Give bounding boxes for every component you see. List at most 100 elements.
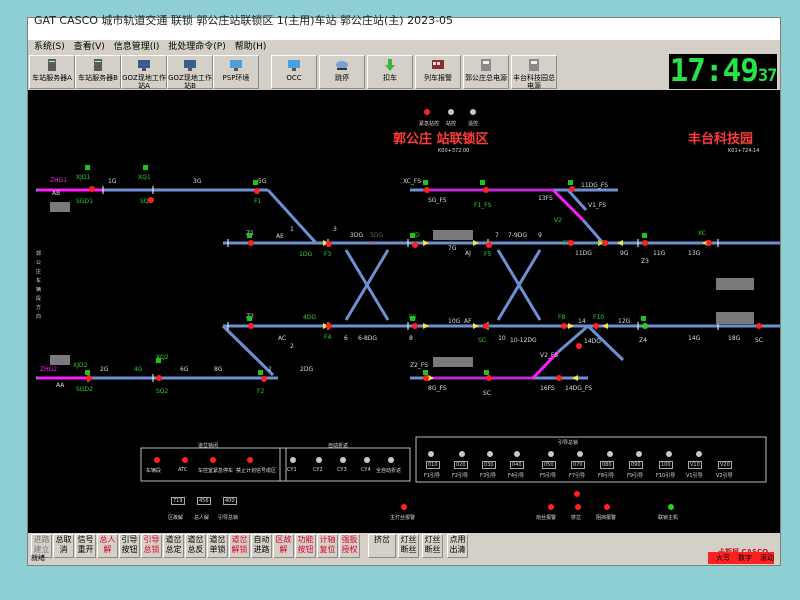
menu-batch[interactable]: 批处理命令(P) bbox=[168, 40, 225, 54]
legend-item-2: 总人解 bbox=[194, 515, 210, 521]
label-10-12dg: 10-12DG bbox=[510, 337, 537, 344]
track-indicator bbox=[423, 180, 428, 185]
hold-icon bbox=[385, 59, 395, 71]
track-indicator bbox=[156, 358, 161, 363]
menu-info[interactable]: 信息管理(I) bbox=[114, 40, 160, 54]
label-2dg: 2DG bbox=[300, 366, 314, 373]
train-alarm-button[interactable]: 列车报警 bbox=[415, 55, 461, 89]
workstation-b-button[interactable]: GOZ现地工作站B bbox=[167, 55, 213, 90]
panel1-item-4: 禁止计划 bbox=[236, 468, 257, 474]
label-sc: SC bbox=[478, 337, 486, 344]
guide-code-2: 020 bbox=[454, 461, 468, 469]
train-alarm-icon bbox=[432, 60, 444, 69]
fuse-alarm-lamp bbox=[548, 504, 554, 510]
label-7: 7 bbox=[495, 232, 499, 239]
label-7g: 7G bbox=[448, 245, 457, 252]
guide-lamp bbox=[459, 451, 465, 457]
label-4g: 4G bbox=[134, 366, 143, 373]
label-ac: AC bbox=[278, 335, 287, 342]
guide-label-2: F2引导 bbox=[452, 473, 469, 479]
track-indicator bbox=[568, 180, 573, 185]
menu-system[interactable]: 系统(S) bbox=[34, 40, 65, 54]
legend-item-1: 区故解 bbox=[168, 515, 184, 521]
signal-lamp bbox=[756, 323, 762, 329]
guide-label-3: F3引导 bbox=[480, 473, 497, 479]
remote-control-label: 遥控 bbox=[468, 121, 479, 127]
label-6: 6 bbox=[344, 335, 348, 342]
guide-label-5: F5引导 bbox=[540, 473, 557, 479]
guide-label-11: V2引导 bbox=[716, 473, 733, 479]
signal-lamp bbox=[483, 187, 489, 193]
platform-block bbox=[716, 278, 754, 290]
label-5dg: 5DG bbox=[370, 232, 384, 239]
server-b-button[interactable]: 车站服务器B bbox=[75, 55, 121, 89]
signal-lamp bbox=[412, 242, 418, 248]
hold-train-button[interactable]: 扣车 bbox=[367, 55, 413, 89]
psp-button[interactable]: PSP环境 bbox=[213, 55, 259, 89]
panel2-title: 自动折返 bbox=[328, 443, 349, 449]
occ-button[interactable]: OCC bbox=[271, 55, 317, 89]
signal-lamp bbox=[483, 323, 489, 329]
workstation-a-button[interactable]: GOZ现地工作站A bbox=[121, 55, 167, 90]
status-text: 就绪 bbox=[31, 554, 45, 562]
label-6g: 6G bbox=[180, 366, 189, 373]
label-18g: 18G bbox=[728, 335, 741, 342]
signal-lamp bbox=[156, 375, 162, 381]
signal-lamp bbox=[412, 323, 418, 329]
platform-block bbox=[433, 357, 473, 367]
station-map: 郭公庄 站联锁区 K00+372.00 丰台科技园 K01+724.14 紧急站… bbox=[28, 90, 780, 533]
label-f2: F2 bbox=[257, 388, 265, 395]
label-aj: AJ bbox=[465, 250, 471, 257]
panel2-item-5: 全自动折返 bbox=[376, 468, 402, 474]
signal-lamp bbox=[602, 240, 608, 246]
guide-code-9: 100 bbox=[659, 461, 673, 469]
legend-box-2: 456 bbox=[197, 497, 211, 505]
power-fengtai-button[interactable]: 丰台科技园总电源 bbox=[511, 55, 557, 90]
guide-code-4: 040 bbox=[510, 461, 524, 469]
guide-lamp bbox=[666, 451, 672, 457]
track-indicator bbox=[247, 233, 252, 238]
menu-help[interactable]: 帮助(H) bbox=[235, 40, 267, 54]
block-alarm-lamp bbox=[604, 504, 610, 510]
legend-item-3: 引导总锁 bbox=[218, 515, 239, 521]
title-bar: GAT CASCO 城市轨道交通 联锁 郭公庄站联锁区 1(主用)车站 郭公庄站… bbox=[28, 14, 780, 40]
track-indicator bbox=[480, 180, 485, 185]
forbid-plan-lamp bbox=[247, 457, 253, 463]
emergency-station-control-lamp bbox=[424, 109, 430, 115]
depot-lamp bbox=[154, 457, 160, 463]
signal-lamp-green bbox=[642, 323, 648, 329]
signal-lamp bbox=[326, 323, 332, 329]
label-10g: 10G bbox=[448, 318, 461, 325]
filament-alarm-lamp bbox=[401, 504, 407, 510]
signal-lamp bbox=[248, 323, 254, 329]
signal-lamp bbox=[569, 186, 575, 192]
skip-stop-button[interactable]: 跳停 bbox=[319, 55, 365, 89]
label-3g: 3G bbox=[193, 178, 202, 185]
signal-lamp bbox=[248, 240, 254, 246]
signal-lamp bbox=[556, 375, 562, 381]
label-14g: 14G bbox=[688, 335, 701, 342]
power-guogongzhuang-button[interactable]: 郭公庄总电源 bbox=[463, 55, 509, 89]
panel1-item-3: 车控室紧急停车 bbox=[198, 468, 234, 474]
digital-clock: 17:4937 bbox=[669, 54, 777, 89]
guide-label-8: F9引导 bbox=[627, 473, 644, 479]
label-z2-fs: Z2_FS bbox=[410, 362, 429, 369]
panel1-item-2: ATC bbox=[178, 467, 188, 473]
fuse-alarm-label: 熔丝报警 bbox=[536, 515, 557, 521]
interlock-host-lamp bbox=[668, 504, 674, 510]
station-control-lamp bbox=[448, 109, 454, 115]
panel1-item-5: 信号缆区 bbox=[256, 468, 277, 474]
track-indicator bbox=[258, 370, 263, 375]
signal-lamp bbox=[148, 197, 154, 203]
station-km-right: K01+724.14 bbox=[728, 148, 760, 154]
menu-view[interactable]: 查看(V) bbox=[74, 40, 105, 54]
label-8: 8 bbox=[409, 335, 413, 342]
clock-seconds: 37 bbox=[757, 66, 778, 86]
signal-lamp bbox=[86, 375, 92, 381]
guide-code-3: 030 bbox=[482, 461, 496, 469]
signal-lamp bbox=[568, 240, 574, 246]
server-a-button[interactable]: 车站服务器A bbox=[29, 55, 75, 89]
signal-lamp bbox=[642, 240, 648, 246]
guide-label-4: F4引导 bbox=[508, 473, 525, 479]
guide-lamp bbox=[548, 451, 554, 457]
